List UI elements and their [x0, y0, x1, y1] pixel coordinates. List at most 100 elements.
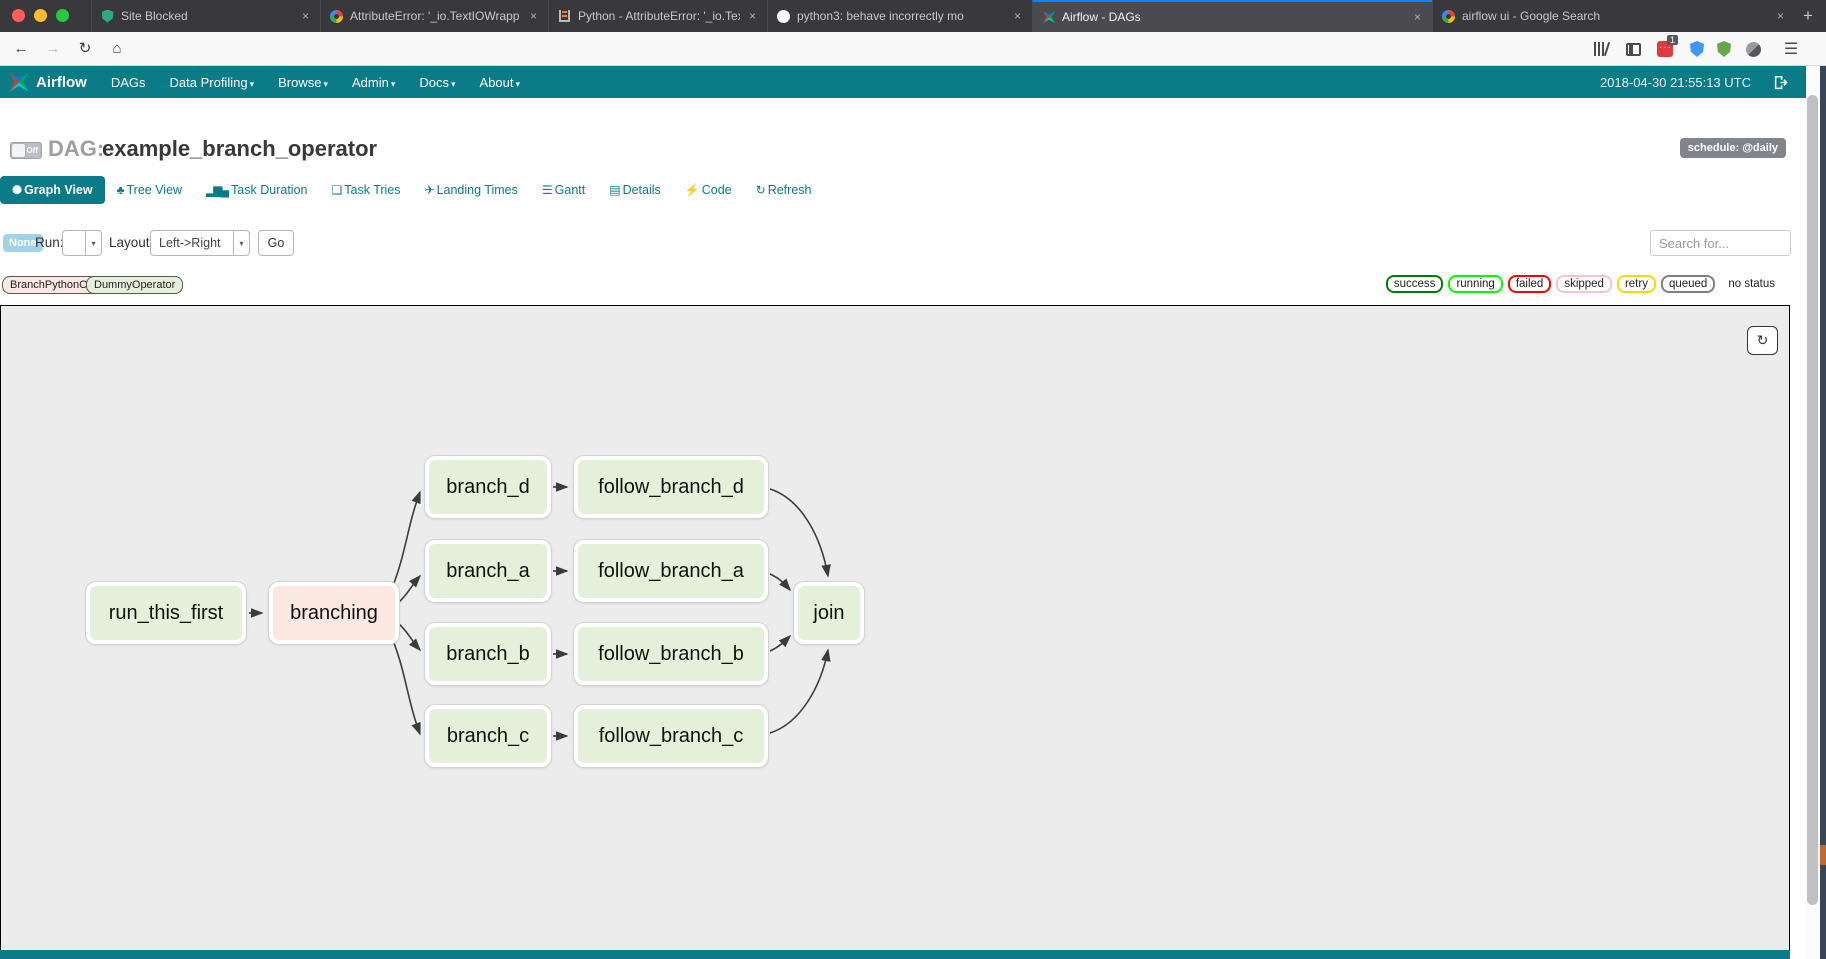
hamburger-menu-icon[interactable]: ☰	[1780, 39, 1802, 59]
tab-task-tries[interactable]: ❏Task Tries	[319, 176, 412, 204]
browser-tab-site-blocked[interactable]: Site Blocked ×	[91, 0, 320, 32]
tab-close-icon[interactable]: ×	[299, 9, 312, 23]
tab-close-icon[interactable]: ×	[1411, 10, 1424, 24]
nav-item-dags[interactable]: DAGs	[111, 75, 146, 90]
nav-item-data-profiling[interactable]: Data Profiling▾	[170, 75, 255, 90]
chevron-down-icon: ▾	[516, 79, 521, 89]
footer-strip	[0, 950, 1790, 959]
browser-tab-google-search[interactable]: airflow ui - Google Search ×	[1432, 0, 1795, 32]
sidebar-icon[interactable]	[1622, 39, 1644, 59]
browser-tab-airflow-active[interactable]: Airflow - DAGs ×	[1032, 0, 1432, 32]
logout-icon[interactable]	[1773, 75, 1788, 90]
view-tabs: ✺Graph View ♣Tree View ▂▆▄Task Duration …	[0, 175, 823, 205]
tab-close-icon[interactable]: ×	[1011, 9, 1024, 23]
tab-title: Airflow - DAGs	[1062, 10, 1405, 24]
airflow-logo-icon	[8, 71, 30, 93]
desktop-wallpaper-detail	[1820, 845, 1826, 865]
refresh-icon: ↻	[756, 183, 764, 197]
extension-green-shield-icon[interactable]	[1713, 39, 1735, 59]
nav-item-admin[interactable]: Admin▾	[352, 75, 395, 90]
dag-name: example_branch_operator	[102, 136, 377, 162]
nav-item-about[interactable]: About▾	[480, 75, 521, 90]
run-select[interactable]: ▾	[62, 230, 102, 256]
browser-tab-python-stackoverflow[interactable]: Python - AttributeError: '_io.Tex ×	[548, 0, 767, 32]
go-button[interactable]: Go	[258, 230, 294, 256]
dag-node-branch_b[interactable]: branch_b	[425, 623, 551, 685]
airflow-navbar: Airflow DAGs Data Profiling▾ Browse▾ Adm…	[0, 66, 1806, 98]
nav-item-docs[interactable]: Docs▾	[419, 75, 455, 90]
tab-task-duration[interactable]: ▂▆▄Task Duration	[194, 176, 319, 204]
extension-red-icon[interactable]: 1	[1654, 39, 1676, 59]
tab-code[interactable]: ⚡Code	[673, 176, 744, 204]
dag-node-follow_branch_d[interactable]: follow_branch_d	[574, 456, 768, 518]
dag-pause-toggle[interactable]: Off	[10, 142, 42, 159]
chevron-down-icon: ▾	[250, 79, 255, 89]
window-zoom-button[interactable]	[56, 9, 69, 22]
tab-graph-view[interactable]: ✺Graph View	[0, 176, 105, 204]
plane-icon: ✈	[425, 183, 433, 197]
status-running: running	[1448, 275, 1502, 293]
dag-header: Off DAG: example_branch_operator schedul…	[0, 136, 1806, 164]
layout-select[interactable]: Left->Right ▾	[150, 230, 250, 256]
nav-item-browse[interactable]: Browse▾	[278, 75, 328, 90]
dag-node-follow_branch_b[interactable]: follow_branch_b	[574, 623, 768, 685]
graph-refresh-button[interactable]: ↻	[1747, 326, 1778, 355]
tab-title: Site Blocked	[121, 9, 293, 23]
browser-tab-bar: Site Blocked × AttributeError: '_io.Text…	[0, 0, 1826, 32]
schedule-badge: schedule: @daily	[1680, 138, 1786, 158]
dag-node-branch_d[interactable]: branch_d	[425, 456, 551, 518]
dag-node-branch_c[interactable]: branch_c	[425, 705, 551, 767]
tab-gantt[interactable]: ☰Gantt	[530, 176, 597, 204]
browser-tab-attributeerror[interactable]: AttributeError: '_io.TextIOWrapp ×	[320, 0, 548, 32]
tab-title: AttributeError: '_io.TextIOWrapp	[350, 9, 521, 23]
window-minimize-button[interactable]	[34, 9, 47, 22]
status-legend: success running failed skipped retry que…	[1386, 275, 1783, 293]
extension-badge: 1	[1667, 35, 1678, 45]
reload-button[interactable]: ↻	[72, 37, 98, 61]
tab-close-icon[interactable]: ×	[746, 9, 759, 23]
window-close-button[interactable]	[12, 9, 25, 22]
browser-tab-github[interactable]: python3: behave incorrectly mo ×	[767, 0, 1032, 32]
tab-refresh[interactable]: ↻Refresh	[744, 176, 824, 204]
task-search-box[interactable]	[1650, 230, 1791, 256]
scrollbar-thumb[interactable]	[1807, 95, 1818, 905]
toggle-label: Off	[26, 146, 38, 155]
tab-close-icon[interactable]: ×	[527, 9, 540, 23]
status-success: success	[1386, 275, 1444, 293]
dag-node-run_this_first[interactable]: run_this_first	[86, 582, 246, 644]
dag-graph-canvas[interactable]: run_this_first branching branch_d follow…	[0, 305, 1790, 959]
back-button[interactable]: ←	[8, 37, 34, 61]
tab-tree-view[interactable]: ♣Tree View	[105, 176, 194, 204]
legend-operator-dummyoperator: DummyOperator	[86, 276, 183, 294]
dag-node-join[interactable]: join	[794, 582, 864, 644]
status-queued: queued	[1661, 275, 1715, 293]
bar-chart-icon: ▂▆▄	[206, 183, 227, 197]
new-tab-button[interactable]: +	[1795, 4, 1821, 28]
status-retry: retry	[1617, 275, 1656, 293]
dag-node-follow_branch_a[interactable]: follow_branch_a	[574, 540, 768, 602]
tab-details[interactable]: ▤Details	[597, 176, 673, 204]
dag-node-follow_branch_c[interactable]: follow_branch_c	[574, 705, 768, 767]
chevron-down-icon: ▾	[85, 231, 101, 255]
airflow-page: Off DAG: example_branch_operator schedul…	[0, 98, 1806, 959]
forward-button[interactable]: →	[40, 37, 66, 61]
align-left-icon: ☰	[542, 183, 551, 197]
extension-gray-icon[interactable]	[1742, 39, 1764, 59]
home-button[interactable]: ⌂	[104, 37, 130, 61]
tab-close-icon[interactable]: ×	[1774, 9, 1787, 23]
window-controls	[12, 9, 69, 22]
tab-landing-times[interactable]: ✈Landing Times	[413, 176, 530, 204]
extension-blue-shield-icon[interactable]	[1686, 39, 1708, 59]
task-search-input[interactable]	[1659, 236, 1782, 251]
google-favicon-icon	[329, 9, 344, 24]
google-favicon-icon	[1441, 9, 1456, 24]
graph-controls: None Run: ▾ Layout: Left->Right ▾ Go	[0, 228, 1806, 258]
library-icon[interactable]	[1590, 39, 1612, 59]
airflow-brand[interactable]: Airflow	[36, 74, 87, 91]
tab-title: Python - AttributeError: '_io.Tex	[578, 9, 740, 23]
dag-prefix-label: DAG:	[48, 136, 104, 162]
dag-node-branch_a[interactable]: branch_a	[425, 540, 551, 602]
layout-label: Layout:	[109, 235, 153, 250]
list-icon: ▤	[609, 183, 618, 197]
dag-node-branching[interactable]: branching	[269, 582, 399, 644]
